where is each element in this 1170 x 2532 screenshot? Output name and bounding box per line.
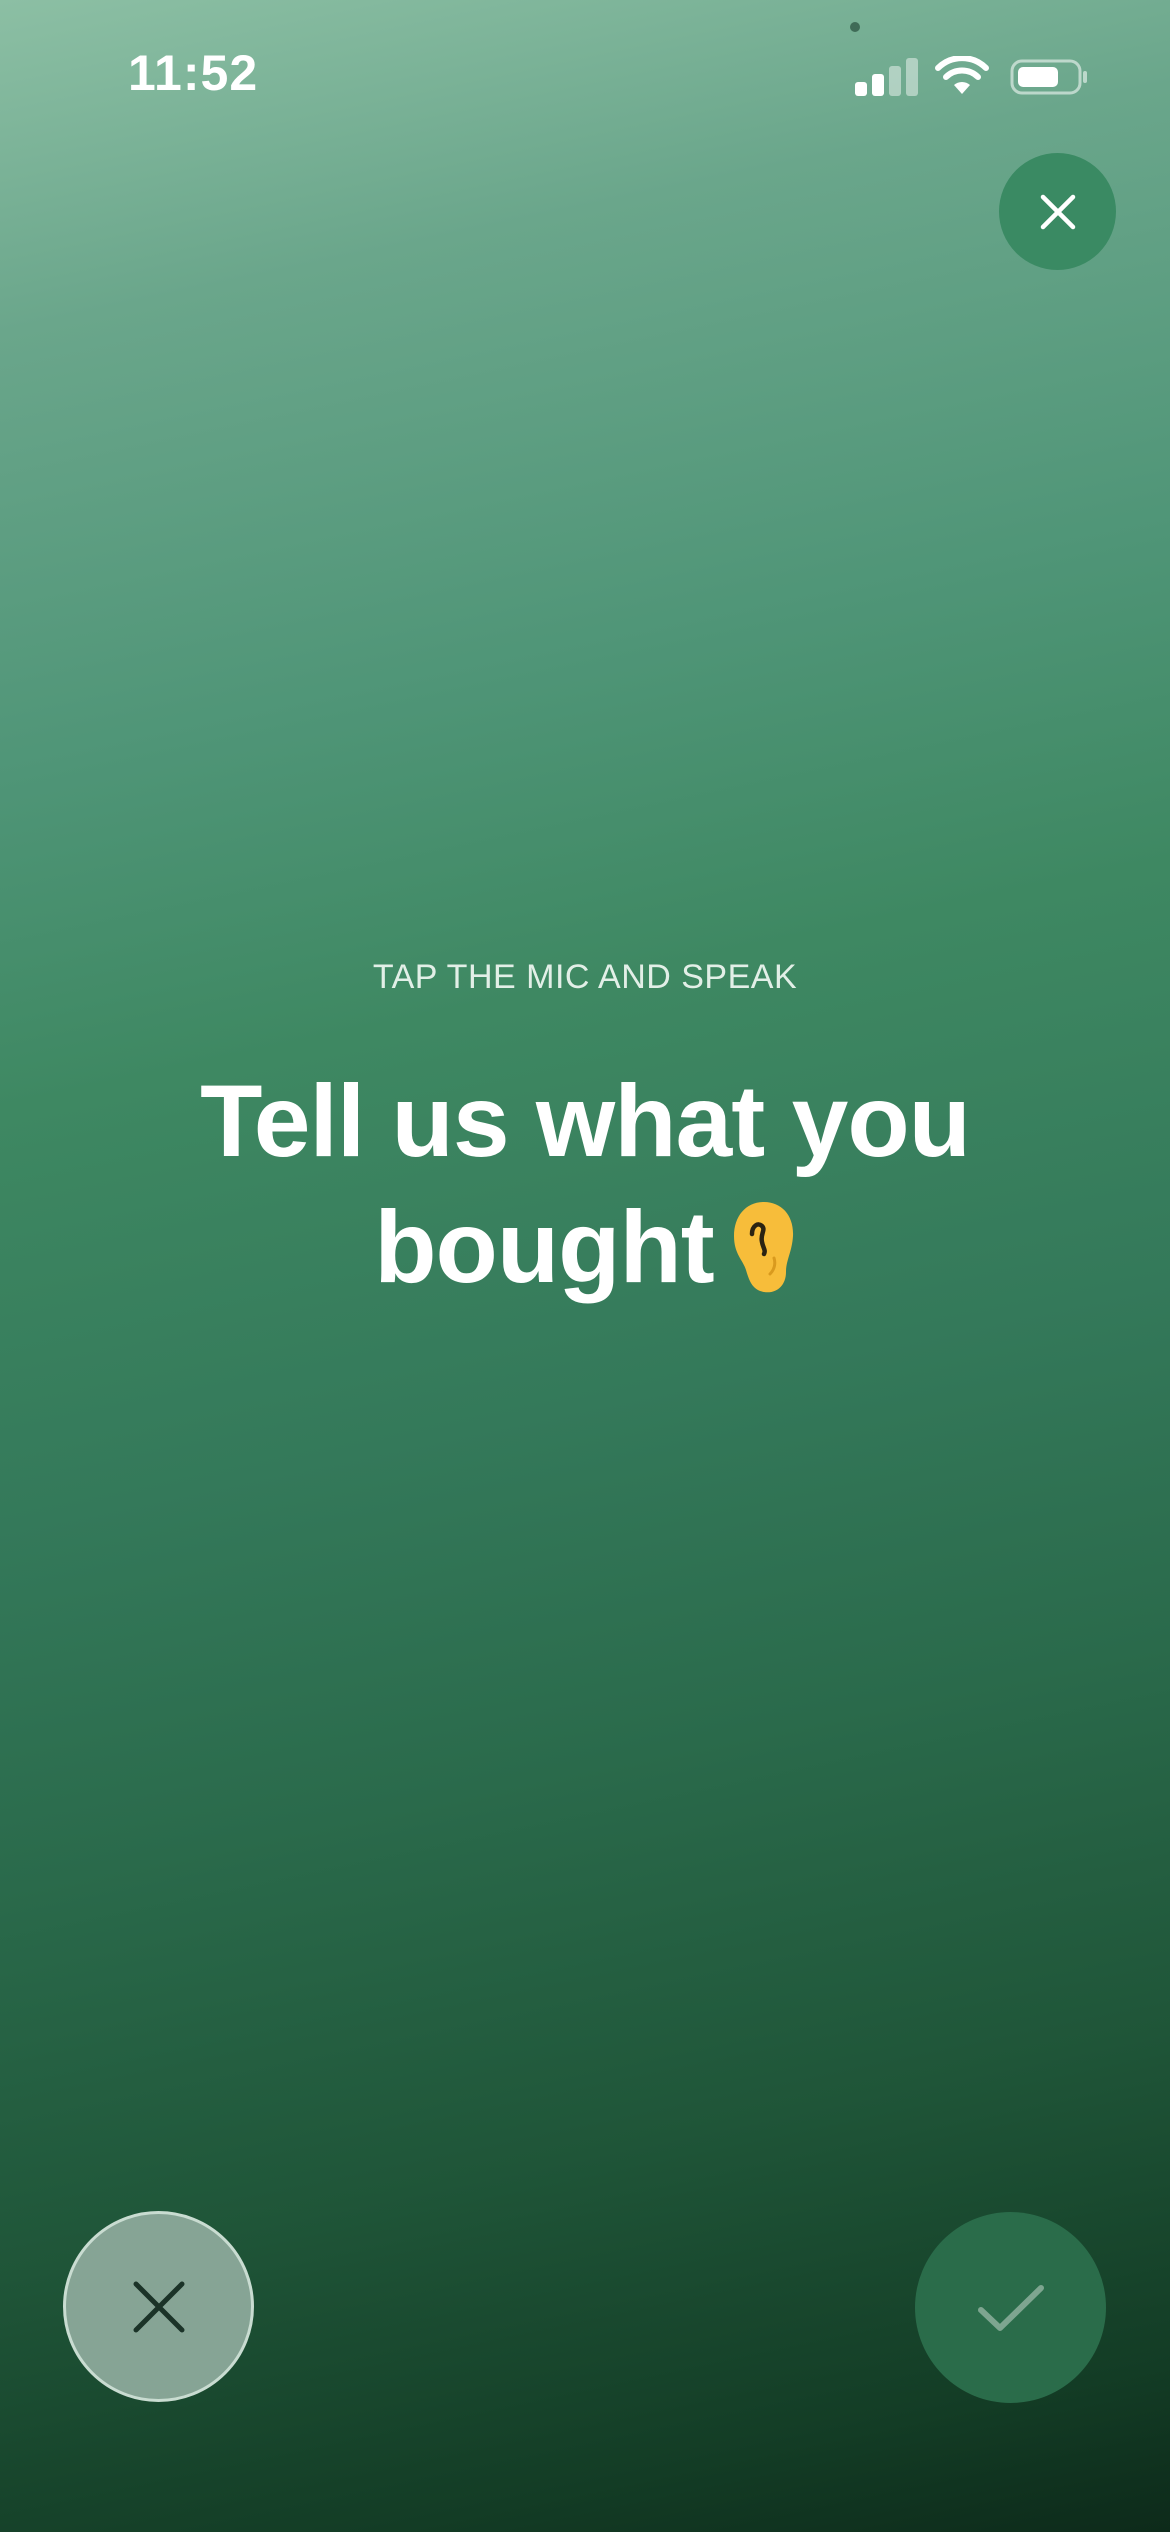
page-title: Tell us what you bought	[85, 1058, 1085, 1310]
confirm-button[interactable]	[915, 2212, 1106, 2403]
signal-icon	[855, 58, 918, 96]
wifi-icon	[935, 56, 989, 94]
headline-text: Tell us what you bought	[200, 1064, 971, 1304]
battery-icon	[1010, 59, 1087, 95]
checkmark-icon	[977, 2284, 1044, 2331]
close-button[interactable]	[999, 153, 1116, 270]
ear-icon	[733, 1202, 793, 1293]
voice-input-screen: 11:52 TAP THE MIC AND SPEAK Tell us what…	[0, 0, 1170, 2532]
instruction-text: TAP THE MIC AND SPEAK	[372, 958, 798, 996]
close-icon	[133, 2281, 184, 2332]
status-time: 11:52	[128, 45, 259, 101]
camera-indicator	[850, 22, 860, 32]
cancel-button[interactable]	[63, 2211, 254, 2402]
close-icon	[1040, 194, 1075, 229]
